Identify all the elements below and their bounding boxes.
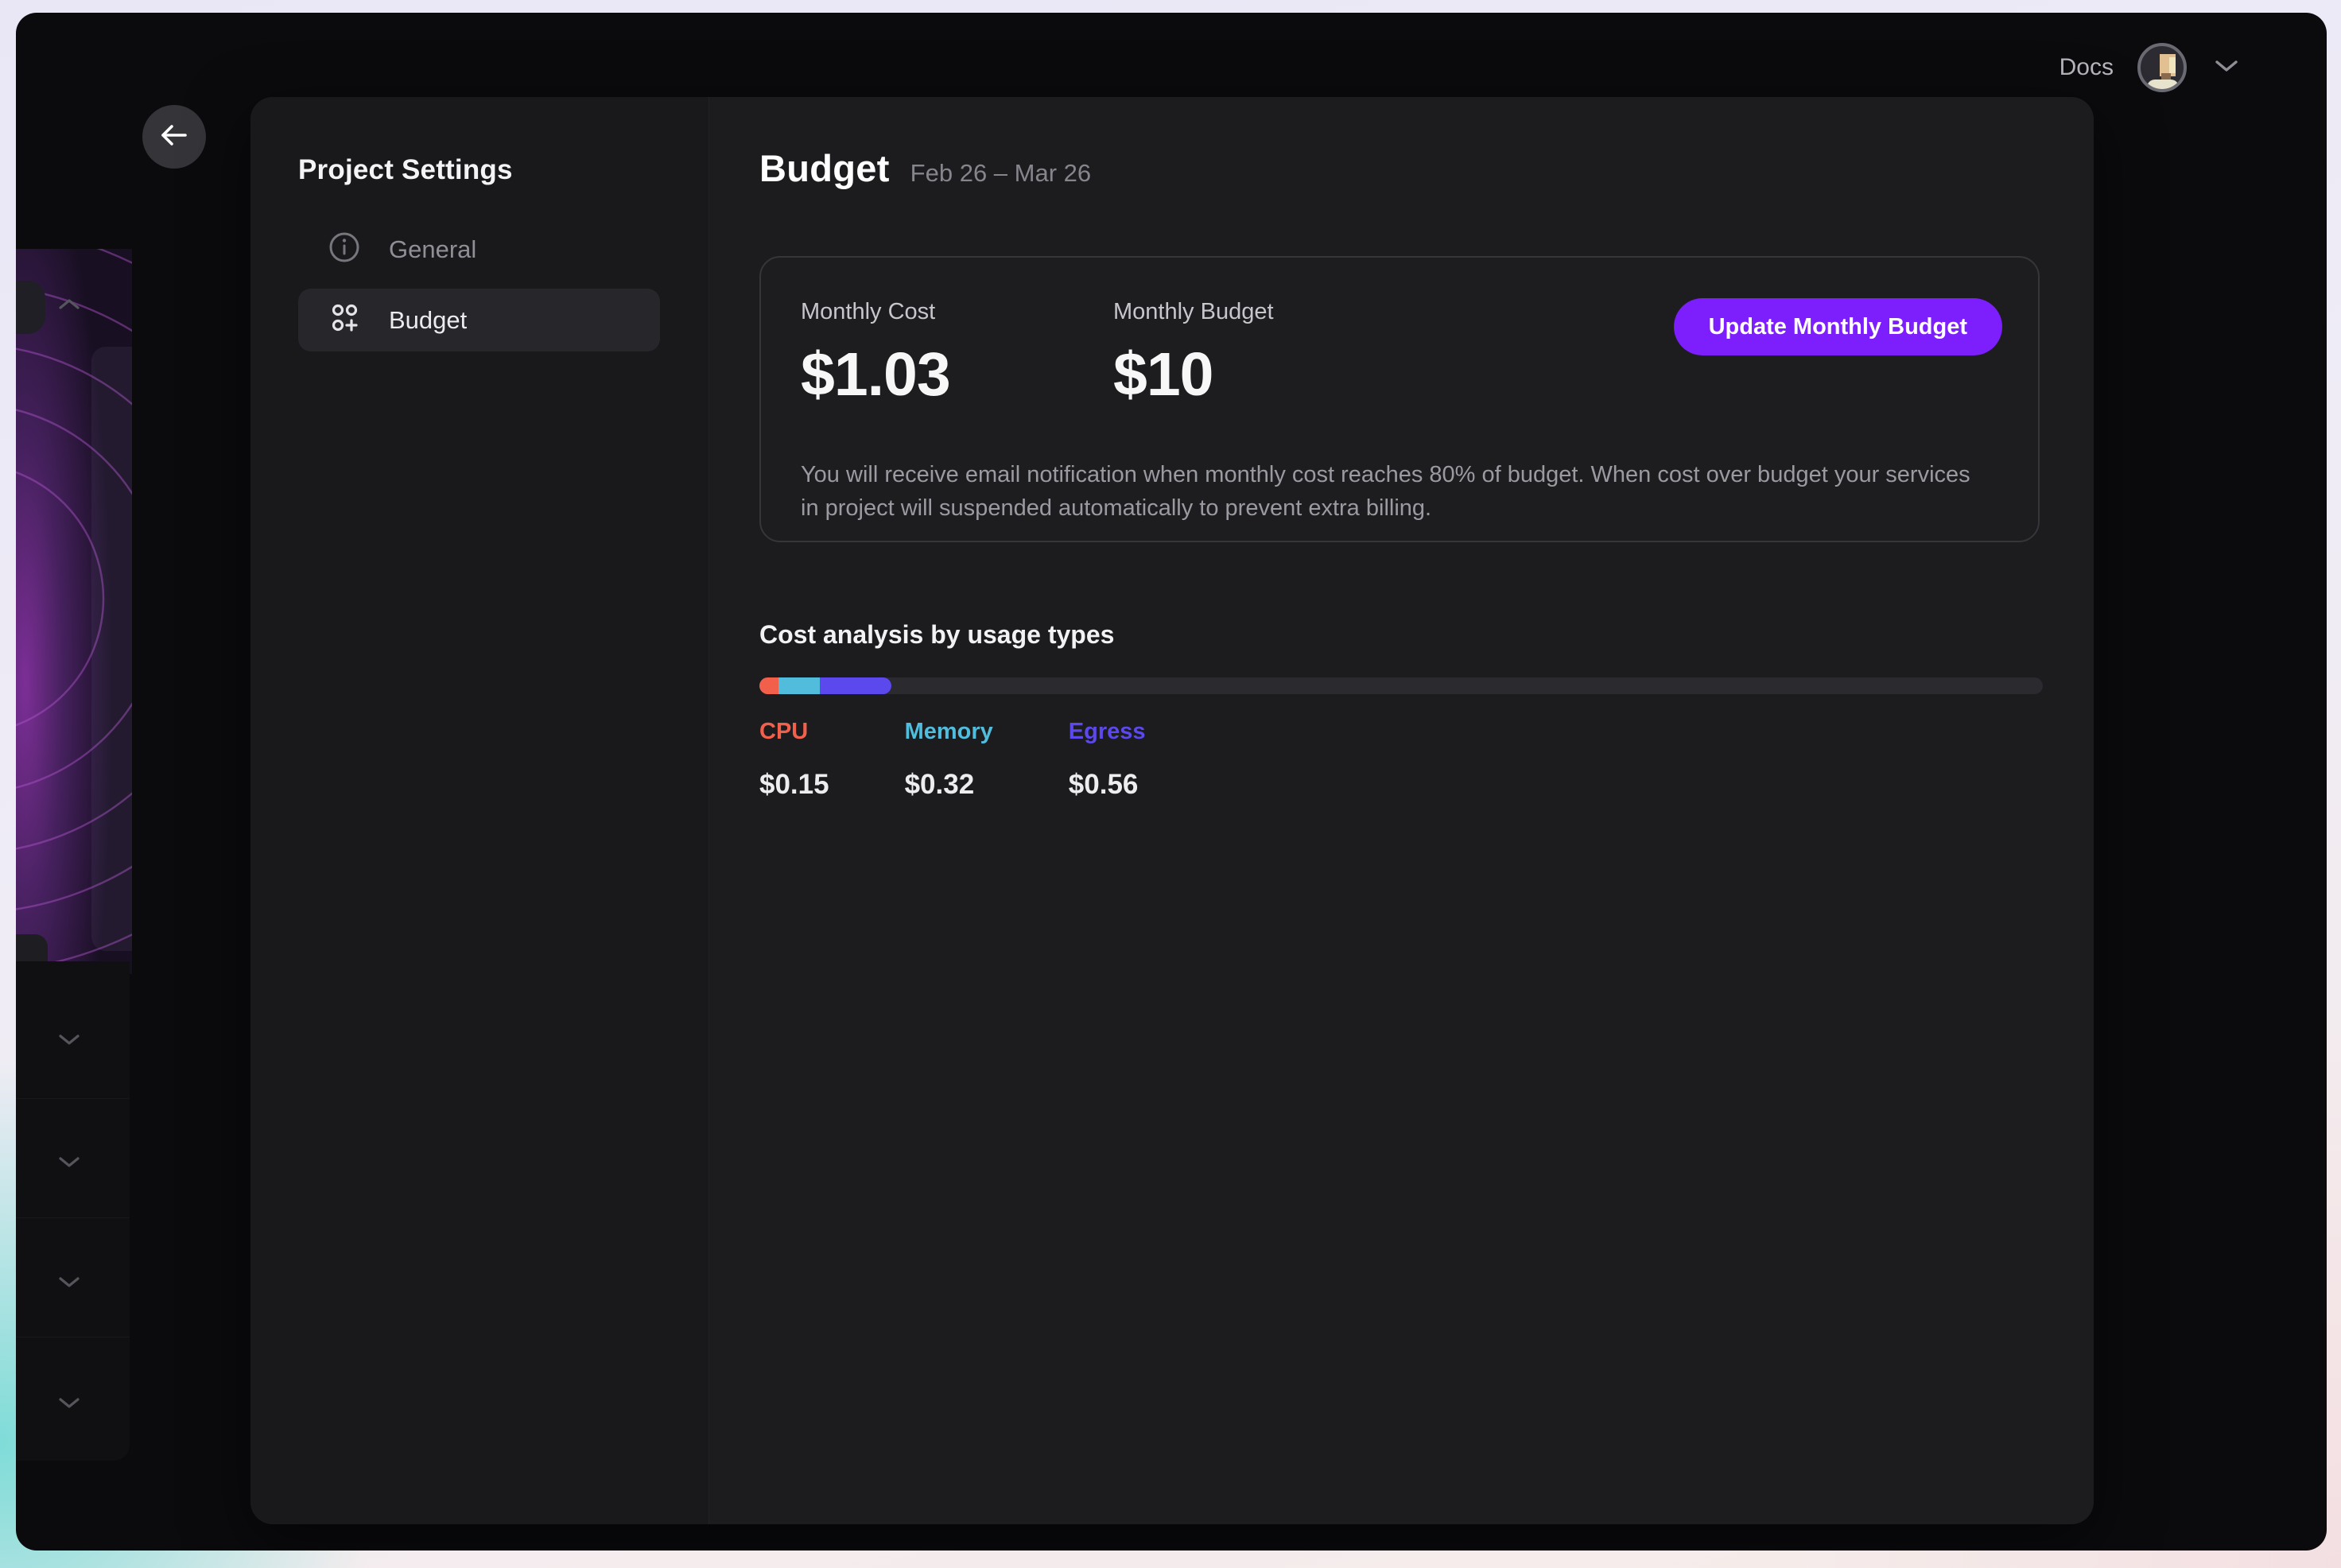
info-icon <box>327 230 362 269</box>
divider <box>16 1098 130 1099</box>
background-panel <box>91 347 132 951</box>
legend-item-memory: Memory $0.32 <box>905 719 993 801</box>
sidebar-item-general[interactable]: General <box>298 218 660 281</box>
back-button[interactable] <box>142 105 206 169</box>
usage-segment-cpu <box>759 677 778 694</box>
chevron-down-icon[interactable] <box>54 1030 84 1053</box>
project-settings-modal: Project Settings General <box>250 97 2094 1524</box>
legend-label: Memory <box>905 719 993 745</box>
avatar-art <box>2147 80 2179 92</box>
legend-amount: $0.15 <box>759 769 829 801</box>
legend-label: CPU <box>759 719 829 745</box>
background-collapsed-sections <box>16 961 130 1461</box>
legend-amount: $0.56 <box>1069 769 1146 801</box>
settings-content: Budget Feb 26 – Mar 26 Monthly Cost $1.0… <box>710 97 2094 1524</box>
avatar-art <box>2169 57 2176 73</box>
page-header: Budget Feb 26 – Mar 26 <box>759 146 1091 190</box>
budget-card: Monthly Cost $1.03 Monthly Budget $10 Up… <box>759 256 2040 542</box>
monthly-budget-value: $10 <box>1113 340 1274 410</box>
sidebar-item-label: Budget <box>389 306 467 335</box>
top-bar: Docs <box>2060 43 2242 92</box>
chevron-down-icon[interactable] <box>2211 56 2242 80</box>
chevron-down-icon[interactable] <box>54 1152 84 1175</box>
grid-plus-icon <box>327 301 362 340</box>
app-window: Docs Project Settings <box>16 13 2327 1551</box>
sidebar-item-budget[interactable]: Budget <box>298 289 660 351</box>
chevron-down-icon[interactable] <box>54 1393 84 1416</box>
update-monthly-budget-button[interactable]: Update Monthly Budget <box>1674 298 2002 355</box>
usage-segment-egress <box>820 677 891 694</box>
legend-amount: $0.32 <box>905 769 993 801</box>
docs-link[interactable]: Docs <box>2060 54 2114 81</box>
monthly-cost-value: $1.03 <box>801 340 950 410</box>
legend-item-cpu: CPU $0.15 <box>759 719 829 801</box>
usage-legend: CPU $0.15 Memory $0.32 Egress $0.56 <box>759 719 1146 801</box>
avatar[interactable] <box>2137 43 2187 92</box>
chevron-down-icon[interactable] <box>54 1272 84 1295</box>
budget-note: You will receive email notification when… <box>801 458 1978 525</box>
chevron-up-icon[interactable] <box>54 295 84 318</box>
cost-analysis-title: Cost analysis by usage types <box>759 620 1114 650</box>
monthly-cost-metric: Monthly Cost $1.03 <box>801 299 950 410</box>
arrow-left-icon <box>157 121 192 153</box>
date-range: Feb 26 – Mar 26 <box>910 159 1091 188</box>
background-pill-button[interactable] <box>16 281 45 334</box>
monthly-cost-label: Monthly Cost <box>801 299 950 325</box>
usage-segment-memory <box>778 677 820 694</box>
legend-label: Egress <box>1069 719 1146 745</box>
page-title: Budget <box>759 146 890 190</box>
usage-progress-bar <box>759 677 2043 694</box>
monthly-budget-metric: Monthly Budget $10 <box>1113 299 1274 410</box>
settings-sidebar: Project Settings General <box>250 97 709 1524</box>
sidebar-item-label: General <box>389 235 476 264</box>
monthly-budget-label: Monthly Budget <box>1113 299 1274 325</box>
divider <box>16 1217 130 1218</box>
legend-item-egress: Egress $0.56 <box>1069 719 1146 801</box>
settings-title: Project Settings <box>298 154 513 186</box>
